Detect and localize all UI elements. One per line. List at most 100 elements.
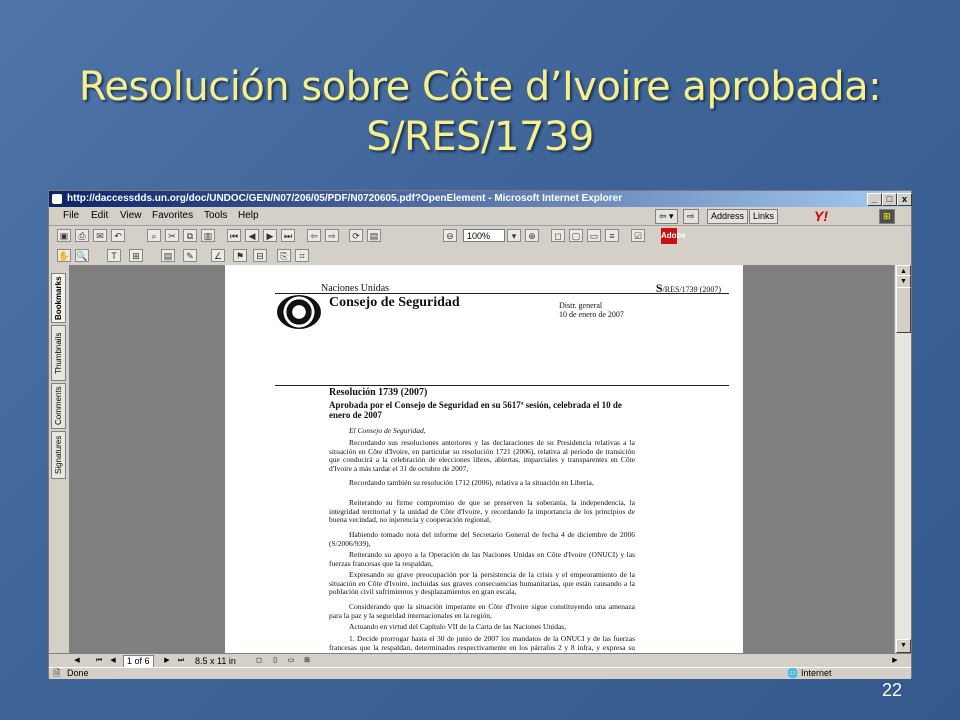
menu-edit[interactable]: Edit xyxy=(91,207,108,225)
doc-paragraph: Recordando también su resolución 1712 (2… xyxy=(349,478,594,487)
tab-comments[interactable]: Comments xyxy=(51,383,66,429)
tab-thumbnails[interactable]: Thumbnails xyxy=(51,325,66,381)
hand-tool-icon[interactable]: ✋ xyxy=(57,249,71,262)
links-button[interactable]: Links xyxy=(749,209,779,224)
yahoo-logo[interactable]: Y! xyxy=(814,208,828,224)
pdf-viewer: Bookmarks Thumbnails Comments Signatures… xyxy=(49,265,911,653)
reflow-icon[interactable]: ≡ xyxy=(605,229,619,242)
zoom-dropdown-icon[interactable]: ▾ xyxy=(507,229,521,242)
globe-icon: 🌐 xyxy=(787,668,799,678)
pencil-tool-icon[interactable]: ✎ xyxy=(183,249,197,262)
next-page-icon[interactable]: ▶ xyxy=(263,229,277,242)
crop-tool-icon[interactable]: ⌗ xyxy=(295,249,309,262)
pdf-page: Naciones Unidas S/RES/1739 (2007) Consej… xyxy=(225,265,743,653)
doc-paragraph: Recordando sus resoluciones anteriores y… xyxy=(329,438,635,473)
doc-resolution-title: Resolución 1739 (2007) xyxy=(329,387,428,398)
search-icon[interactable]: ⌕ xyxy=(147,229,161,242)
copy-icon[interactable]: ⧉ xyxy=(183,229,197,242)
first-page-small-icon[interactable]: ⏮ xyxy=(93,655,105,666)
save-icon[interactable]: ▣ xyxy=(57,229,71,242)
scroll-thumb[interactable] xyxy=(896,287,911,333)
maximize-button[interactable]: □ xyxy=(882,193,897,206)
next-page-small-icon[interactable]: ▶ xyxy=(161,655,173,666)
slide-title-line1: Resolución sobre Côte d’Ivoire aprobada: xyxy=(78,64,882,110)
line-tool-icon[interactable]: ∠ xyxy=(211,249,225,262)
menu-bar: File Edit View Favorites Tools Help ⇦ ▾ … xyxy=(49,207,911,226)
ie-icon xyxy=(52,194,62,204)
address-button[interactable]: Address xyxy=(707,209,749,224)
rotate-icon[interactable]: ⟳ xyxy=(349,229,363,242)
title-rule xyxy=(275,385,729,386)
single-page-icon[interactable]: ◻ xyxy=(253,655,265,666)
email-icon[interactable]: ✉ xyxy=(93,229,107,242)
page-layout-icon[interactable]: ▤ xyxy=(367,229,381,242)
table-tool-icon[interactable]: ⊞ xyxy=(129,249,143,262)
doc-paragraph: El Consejo de Seguridad, xyxy=(349,426,426,435)
text-tool-icon[interactable]: T xyxy=(107,249,121,262)
vertical-scrollbar[interactable]: ▲ ▼ ▼ xyxy=(894,265,911,653)
un-emblem-icon xyxy=(277,295,321,329)
snapshot-icon[interactable]: ▥ xyxy=(201,229,215,242)
window-title: http://daccessdds.un.org/doc/UNDOC/GEN/N… xyxy=(67,193,623,204)
minimize-button[interactable]: _ xyxy=(867,193,882,206)
first-page-icon[interactable]: ⏮ xyxy=(227,229,241,242)
acrobat-toolbar-2: ✋ 🔍 T ⊞ ▤ ✎ ∠ ⚑ ⊟ ⎘ ⌗ xyxy=(49,246,911,267)
slide-title: Resolución sobre Côte d’Ivoire aprobada:… xyxy=(60,62,900,162)
undo-icon[interactable]: ↶ xyxy=(111,229,125,242)
security-zone: Internet xyxy=(801,668,832,678)
previous-view-icon[interactable]: ⇦ xyxy=(307,229,321,242)
menu-view[interactable]: View xyxy=(120,207,142,225)
adobe-logo[interactable]: Adobe xyxy=(661,228,686,244)
forward-arrow-icon[interactable]: ⇨ xyxy=(683,209,699,224)
next-view-icon[interactable]: ⇨ xyxy=(325,229,339,242)
doc-paragraph: Actuando en virtud del Capítulo VII de l… xyxy=(349,622,567,631)
continuous-icon[interactable]: ▯ xyxy=(269,655,281,666)
navigation-tabs: Bookmarks Thumbnails Comments Signatures xyxy=(49,265,70,653)
doc-paragraph: Reiterando su apoyo a la Operación de la… xyxy=(329,550,635,568)
menu-favorites[interactable]: Favorites xyxy=(152,207,193,225)
last-page-small-icon[interactable]: ⏭ xyxy=(175,655,187,666)
fit-page-icon[interactable]: ▢ xyxy=(569,229,583,242)
doc-dist-line1: Distr. general xyxy=(559,301,603,310)
last-page-icon[interactable]: ⏭ xyxy=(281,229,295,242)
scroll-right-icon[interactable]: ▶ xyxy=(889,655,901,666)
fit-width-icon[interactable]: ▭ xyxy=(587,229,601,242)
attach-tool-icon[interactable]: ⎘ xyxy=(277,249,291,262)
acrobat-toolbar-1: ▣ ⎙ ✉ ↶ ⌕ ✂ ⧉ ▥ ⏮ ◀ ▶ ⏭ ⇦ ⇨ ⟳ ▤ ⊖ 100% ▾… xyxy=(49,226,911,247)
prev-page-icon[interactable]: ◀ xyxy=(245,229,259,242)
zoom-input[interactable]: 100% xyxy=(463,229,505,242)
doc-subtitle: Aprobada por el Consejo de Seguridad en … xyxy=(329,400,622,420)
doc-paragraph: Expresando su grave preocupación por la … xyxy=(329,570,635,596)
note-tool-icon[interactable]: ▤ xyxy=(161,249,175,262)
page-icon: 🗎 xyxy=(53,668,61,678)
tab-signatures[interactable]: Signatures xyxy=(51,431,66,479)
doc-paragraph: Habiendo tomado nota del informe del Sec… xyxy=(329,530,635,548)
back-arrow-icon[interactable]: ⇦ ▾ xyxy=(655,209,678,224)
browser-window: http://daccessdds.un.org/doc/UNDOC/GEN/N… xyxy=(48,190,912,679)
measure-tool-icon[interactable]: ⊟ xyxy=(253,249,267,262)
menu-help[interactable]: Help xyxy=(238,207,259,225)
continuous-facing-icon[interactable]: ⊞ xyxy=(301,655,313,666)
select-icon[interactable]: ✂ xyxy=(165,229,179,242)
forms-icon[interactable]: ☑ xyxy=(631,229,645,242)
facing-icon[interactable]: ▭ xyxy=(285,655,297,666)
stamp-tool-icon[interactable]: ⚑ xyxy=(233,249,247,262)
slide-number: 22 xyxy=(881,680,902,700)
scroll-down-icon[interactable]: ▼ xyxy=(896,639,911,653)
zoom-out-icon[interactable]: ⊖ xyxy=(443,229,457,242)
prev-page-small-icon[interactable]: ◀ xyxy=(107,655,119,666)
doc-paragraph: 1. Decide prorrogar hasta el 30 de junio… xyxy=(329,634,635,653)
zoom-tool-icon[interactable]: 🔍 xyxy=(75,249,89,262)
tab-bookmarks[interactable]: Bookmarks xyxy=(51,273,66,323)
doc-dist-line2: 10 de enero de 2007 xyxy=(559,310,624,319)
doc-paragraph: Reiterando su firme compromiso de que se… xyxy=(329,498,635,524)
menu-file[interactable]: File xyxy=(63,207,79,225)
window-titlebar[interactable]: http://daccessdds.un.org/doc/UNDOC/GEN/N… xyxy=(49,191,912,207)
scroll-left-icon[interactable]: ◀ xyxy=(71,655,83,666)
menu-tools[interactable]: Tools xyxy=(204,207,227,225)
actual-size-icon[interactable]: ◻ xyxy=(551,229,565,242)
page-size: 8.5 x 11 in xyxy=(195,656,236,666)
close-button[interactable]: x xyxy=(897,193,912,206)
zoom-in-icon[interactable]: ⊕ xyxy=(525,229,539,242)
print-icon[interactable]: ⎙ xyxy=(75,229,89,242)
